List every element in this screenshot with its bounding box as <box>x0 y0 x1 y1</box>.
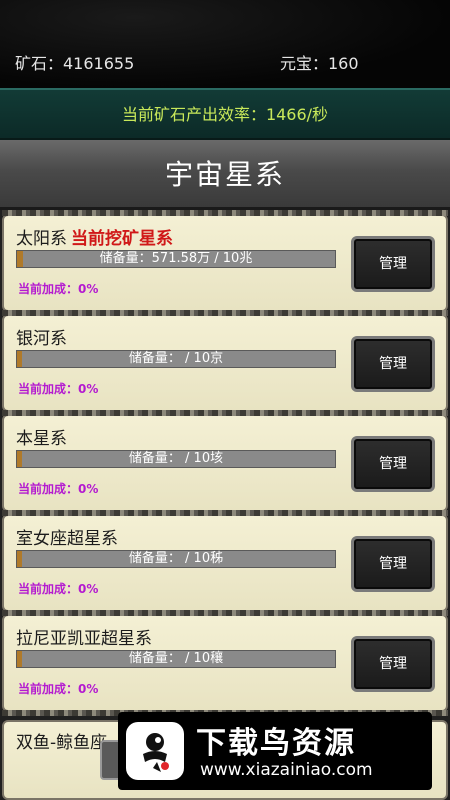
galaxy-card-laniakea: 拉尼亚凯亚超星系 储备量： / 10穰 当前加成：0% 管理 <box>2 610 448 716</box>
watermark-banner: 下载鸟资源 www.xiazainiao.com <box>118 712 432 790</box>
galaxy-name: 拉尼亚凯亚超星系 <box>16 629 152 649</box>
galaxy-name: 太阳系 <box>16 229 67 249</box>
manage-button[interactable]: 管理 <box>351 536 435 592</box>
page-title: 宇宙星系 <box>0 140 450 210</box>
bonus-text: 当前加成：0% <box>18 682 99 696</box>
watermark-url: www.xiazainiao.com <box>200 760 373 780</box>
galaxy-card-local-group: 本星系 储备量： / 10垓 当前加成：0% 管理 <box>2 410 448 516</box>
manage-button[interactable]: 管理 <box>351 636 435 692</box>
storage-bar: 储备量： / 10京 <box>16 350 336 368</box>
storage-text: 储备量： / 10秭 <box>128 551 224 566</box>
galaxy-card-virgo: 室女座超星系 储备量： / 10秭 当前加成：0% 管理 <box>2 510 448 616</box>
bonus-text: 当前加成：0% <box>18 482 99 496</box>
resource-header: 矿石：4161655 元宝：160 <box>0 0 450 88</box>
storage-bar: 储备量： / 10垓 <box>16 450 336 468</box>
storage-text: 储备量： / 10穰 <box>128 651 224 666</box>
galaxy-name: 本星系 <box>16 429 67 449</box>
storage-bar: 储备量：571.58万 / 10兆 <box>16 250 336 268</box>
storage-text: 储备量： / 10京 <box>128 351 224 366</box>
current-mining-tag: 当前挖矿星系 <box>71 229 173 249</box>
bonus-text: 当前加成：0% <box>18 582 99 596</box>
storage-text: 储备量：571.58万 / 10兆 <box>99 251 253 266</box>
manage-button[interactable]: 管理 <box>351 336 435 392</box>
storage-bar: 储备量： / 10穰 <box>16 650 336 668</box>
bird-logo-icon <box>126 722 184 780</box>
galaxy-name: 室女座超星系 <box>16 529 118 549</box>
bonus-text: 当前加成：0% <box>18 382 99 396</box>
manage-button[interactable]: 管理 <box>351 436 435 492</box>
ore-count: 矿石：4161655 <box>15 54 135 73</box>
storage-text: 储备量： / 10垓 <box>128 451 224 466</box>
galaxy-name: 银河系 <box>16 329 67 349</box>
galaxy-card-sun: 太阳系 当前挖矿星系 储备量：571.58万 / 10兆 当前加成：0% 管理 <box>2 210 448 316</box>
yuanbao-count: 元宝：160 <box>280 54 359 73</box>
galaxy-card-milky-way: 银河系 储备量： / 10京 当前加成：0% 管理 <box>2 310 448 416</box>
storage-bar: 储备量： / 10秭 <box>16 550 336 568</box>
watermark-title: 下载鸟资源 <box>196 726 356 761</box>
galaxy-name: 双鱼-鲸鱼座 <box>16 733 108 753</box>
bonus-text: 当前加成：0% <box>18 282 99 296</box>
manage-button[interactable]: 管理 <box>351 236 435 292</box>
efficiency-banner: 当前矿石产出效率：1466/秒 <box>0 88 450 140</box>
